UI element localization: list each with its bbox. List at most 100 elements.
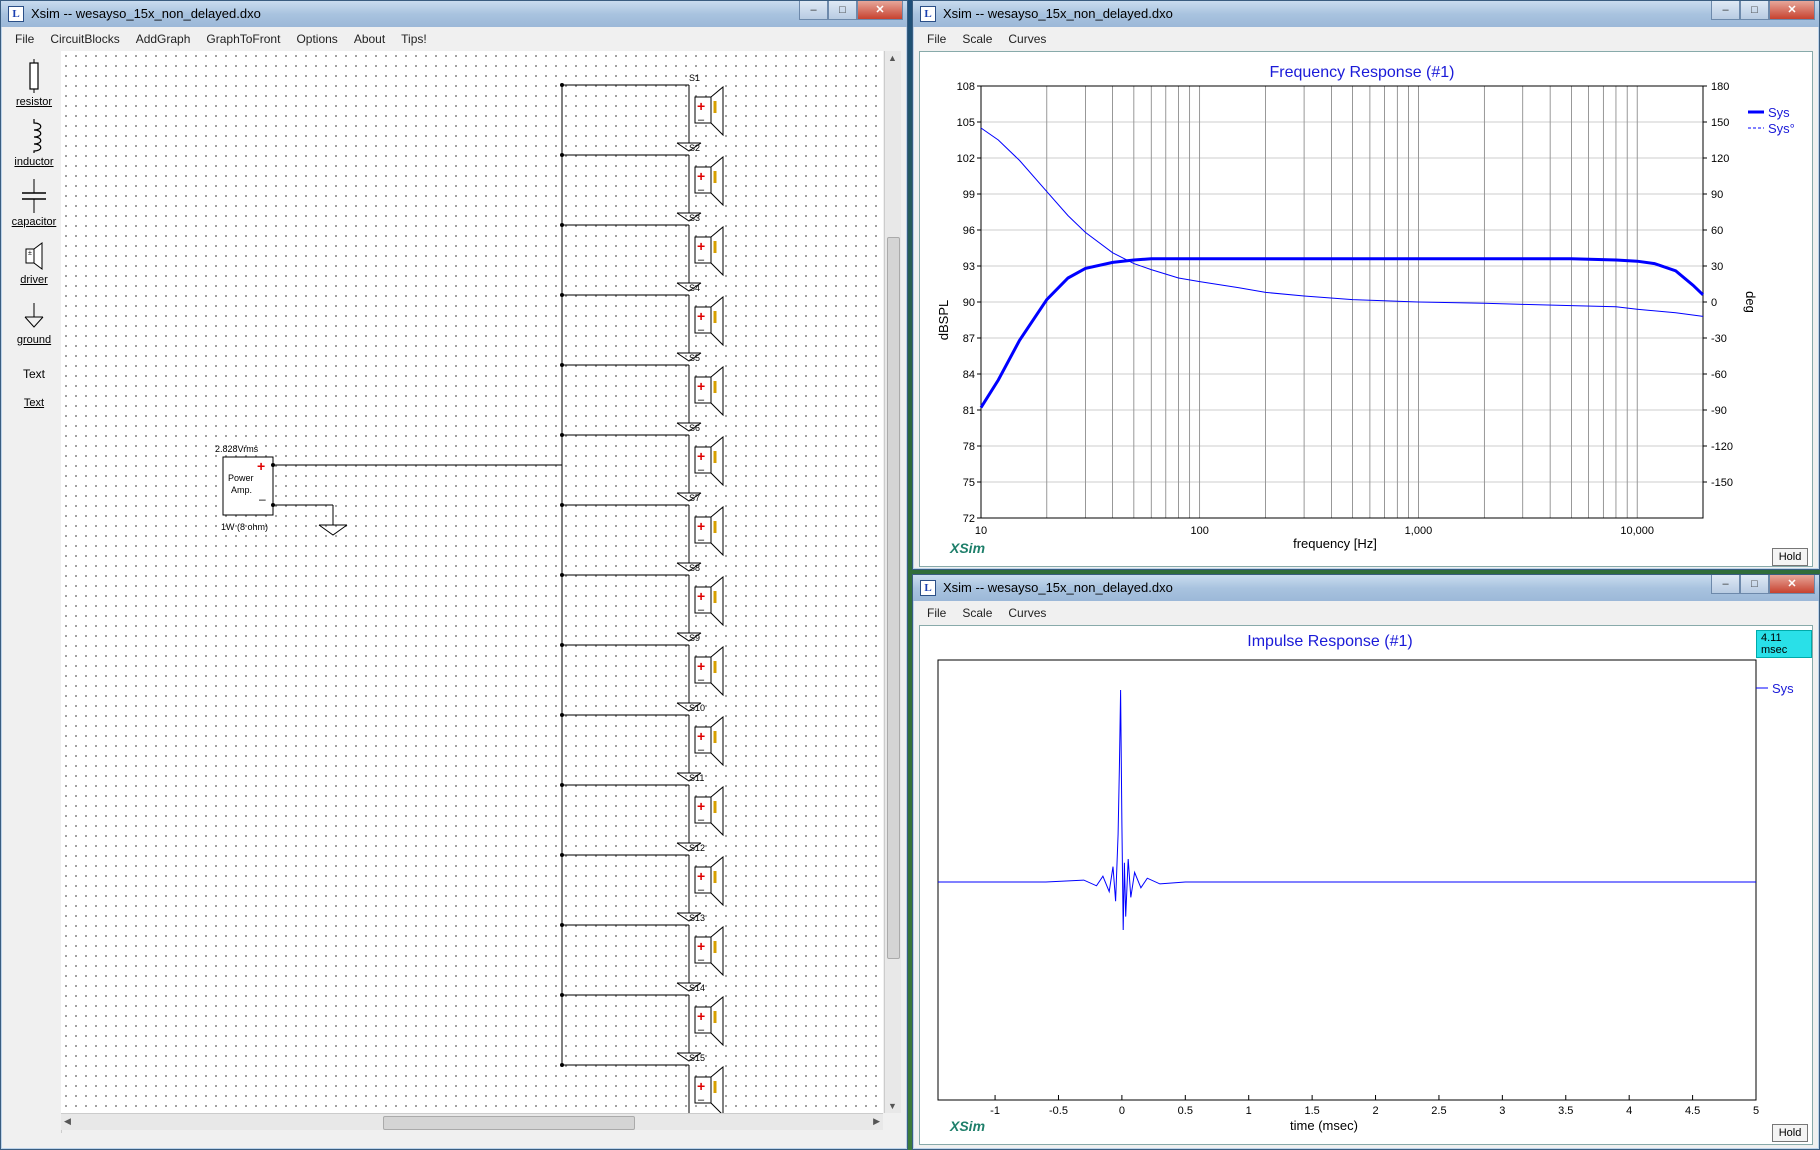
x-axis-label: time (msec) [1290,1118,1358,1133]
hold-button[interactable]: Hold [1772,548,1808,566]
svg-text:+: + [697,308,705,324]
palette-resistor[interactable]: resistor [7,59,61,108]
minimize-button[interactable]: – [799,1,828,20]
close-button[interactable]: ✕ [1769,575,1815,594]
menu-scale[interactable]: Scale [954,606,1000,620]
menu-curves[interactable]: Curves [1000,32,1054,46]
y-tick-label: 99 [963,189,975,201]
scroll-down-arrow[interactable]: ▼ [888,1101,897,1111]
menu-graphtofront[interactable]: GraphToFront [198,32,288,46]
driver-s9[interactable]: +– S9 [560,633,724,712]
impulse-response-chart: Impulse Response (#1) -1 -0.5 0 0.5 1 1.5 2 2.5… [937,633,1794,1133]
menu-bar: File CircuitBlocks AddGraph GraphToFront… [7,29,901,49]
xsim-logo: XSim [950,1118,986,1134]
svg-text:+: + [697,868,705,884]
maximize-button[interactable]: □ [1740,1,1769,20]
driver-s12[interactable]: +– S12 [560,843,724,922]
minimize-button[interactable]: – [1711,575,1740,594]
close-button[interactable]: ✕ [1769,1,1815,20]
y2-tick-label: 60 [1711,225,1723,237]
palette-text-underlined[interactable]: Text [7,397,61,409]
inductor-icon [33,119,42,153]
driver-s5[interactable]: +– S5 [560,353,724,432]
legend: Sys Sys° [1748,105,1795,136]
minimize-button[interactable]: – [1711,1,1740,20]
impulse-graph-area[interactable]: Impulse Response (#1) -1 -0.5 0 0.5 1 1.5 2 2.5… [919,625,1813,1145]
menu-addgraph[interactable]: AddGraph [128,32,199,46]
y2-tick-label: -60 [1711,369,1727,381]
palette-text[interactable]: Text [7,367,61,381]
driver-s2[interactable]: +– S2 [560,143,724,222]
app-icon[interactable]: L [920,580,936,596]
title-bar[interactable]: L Xsim -- wesayso_15x_non_delayed.dxo – … [913,575,1819,601]
chart-title: Frequency Response (#1) [1270,64,1455,81]
menu-file[interactable]: File [919,606,954,620]
y-tick-label: 72 [963,513,975,525]
palette-ground[interactable]: ground [7,301,61,346]
y2-tick-label: -150 [1711,477,1733,489]
palette-inductor[interactable]: inductor [7,119,61,168]
chart-title: Impulse Response (#1) [1247,633,1412,650]
menu-file[interactable]: File [919,32,954,46]
y-tick-label: 75 [963,477,975,489]
hold-button[interactable]: Hold [1772,1124,1808,1142]
menu-bar: File Scale Curves [919,603,1813,623]
power-amp[interactable]: 2.828Vrms Power Amp. + – 1W (8 ohm) [215,444,274,532]
y-tick-label: 90 [963,297,975,309]
menu-about[interactable]: About [346,32,393,46]
horizontal-scrollbar[interactable]: ◀ ▶ [61,1113,883,1130]
driver-s13[interactable]: +– S13 [560,913,724,992]
legend-item: Sys [1772,681,1794,696]
maximize-button[interactable]: □ [828,1,857,20]
scroll-left-arrow[interactable]: ◀ [64,1116,71,1127]
driver-s3[interactable]: +– S3 [560,213,724,292]
text-tool-underlined: Text [23,397,45,409]
horizontal-scroll-thumb[interactable] [383,1116,635,1130]
y2-tick-label: -30 [1711,333,1727,345]
driver-s10[interactable]: +– S10 [560,703,724,782]
svg-text:–: – [698,464,705,476]
svg-text:–: – [698,884,705,896]
title-bar[interactable]: L Xsim -- wesayso_15x_non_delayed.dxo – … [1,1,907,27]
y-tick-label: 96 [963,225,975,237]
app-icon[interactable]: L [920,6,936,22]
title-bar[interactable]: L Xsim -- wesayso_15x_non_delayed.dxo – … [913,1,1819,27]
vertical-scroll-thumb[interactable] [887,237,900,959]
driver-s8[interactable]: +– S8 [560,563,724,642]
menu-circuitblocks[interactable]: CircuitBlocks [42,32,127,46]
menu-file[interactable]: File [7,32,42,46]
series-line [979,257,1705,409]
driver-s11[interactable]: +– S11 [560,773,724,852]
window-title: Xsim -- wesayso_15x_non_delayed.dxo [943,6,1173,21]
x-tick-label: 3.5 [1558,1105,1573,1117]
driver-label: S2 [689,143,700,153]
maximize-button[interactable]: □ [1740,575,1769,594]
y2-tick-label: 120 [1711,153,1729,165]
menu-scale[interactable]: Scale [954,32,1000,46]
driver-s4[interactable]: +– S4 [560,283,724,362]
resistor-icon [29,59,39,93]
palette-driver[interactable]: ± driver [7,241,61,286]
x-tick-label: 1 [1246,1105,1252,1117]
scroll-right-arrow[interactable]: ▶ [873,1116,880,1127]
menu-curves[interactable]: Curves [1000,606,1054,620]
palette-capacitor[interactable]: capacitor [7,179,61,228]
menu-tips[interactable]: Tips! [393,32,435,46]
driver-s1[interactable]: +– S1 [560,73,724,152]
svg-text:+: + [697,798,705,814]
amp-name-2: Amp. [231,485,252,495]
schematic-canvas[interactable]: 2.828Vrms Power Amp. + – 1W (8 ohm) + – S1… [61,51,883,1113]
close-button[interactable]: ✕ [857,1,903,20]
app-icon[interactable]: L [8,6,24,22]
driver-s14[interactable]: +– S14 [560,983,724,1062]
driver-s7[interactable]: +– S7 [560,493,724,572]
scroll-up-arrow[interactable]: ▲ [888,53,897,63]
svg-text:±: ± [28,250,32,257]
frequency-graph-area[interactable]: Frequency Response (#1) 72 75 78 81 84 87 90 93… [919,51,1813,567]
vertical-scrollbar[interactable]: ▲ ▼ [884,51,901,1113]
svg-text:–: – [698,394,705,406]
driver-s15[interactable]: +– S15 [560,1053,724,1113]
x-tick-label: 0.5 [1178,1105,1193,1117]
driver-s6[interactable]: +– S6 [560,423,724,502]
menu-options[interactable]: Options [288,32,345,46]
